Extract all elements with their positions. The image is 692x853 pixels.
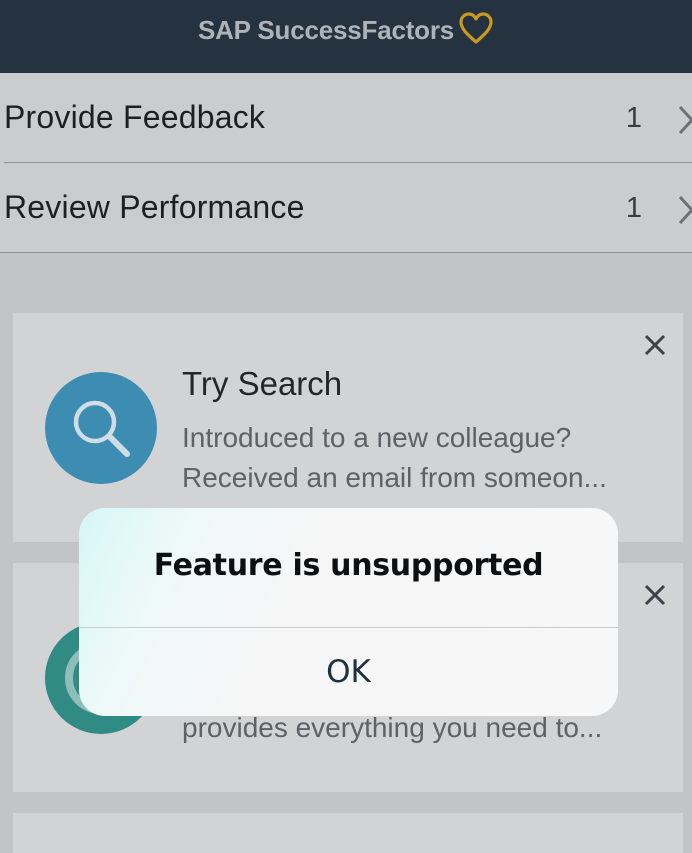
- close-icon[interactable]: [643, 333, 667, 362]
- app-header: SAP SuccessFactors: [0, 0, 692, 73]
- todo-item-count: 1: [625, 102, 642, 134]
- todo-item-review-performance[interactable]: Review Performance 1: [0, 163, 692, 253]
- card-description-line: Received an email from someon...: [182, 462, 607, 493]
- app-title: SAP SuccessFactors: [197, 15, 455, 45]
- alert-title: Feature is unsupported: [153, 548, 544, 583]
- card-description: Introduced to a new colleague? Received …: [182, 418, 662, 498]
- card-description-line: Introduced to a new colleague?: [182, 422, 572, 453]
- close-icon[interactable]: [643, 583, 667, 612]
- card-title: Try Search: [182, 365, 343, 402]
- search-icon: [45, 372, 157, 484]
- todo-item-label: Provide Feedback: [4, 99, 266, 135]
- ok-button[interactable]: OK: [79, 628, 618, 716]
- todo-item-label: Review Performance: [4, 189, 305, 225]
- chevron-right-icon: [678, 105, 692, 140]
- heart-icon: [458, 11, 494, 50]
- todo-list: Provide Feedback 1 Review Performance 1: [0, 73, 692, 253]
- chevron-right-icon: [678, 195, 692, 230]
- alert-dialog: Feature is unsupported OK: [79, 508, 618, 716]
- todo-item-provide-feedback[interactable]: Provide Feedback 1: [4, 73, 692, 163]
- todo-item-count: 1: [625, 192, 642, 224]
- card-peek: [13, 813, 683, 853]
